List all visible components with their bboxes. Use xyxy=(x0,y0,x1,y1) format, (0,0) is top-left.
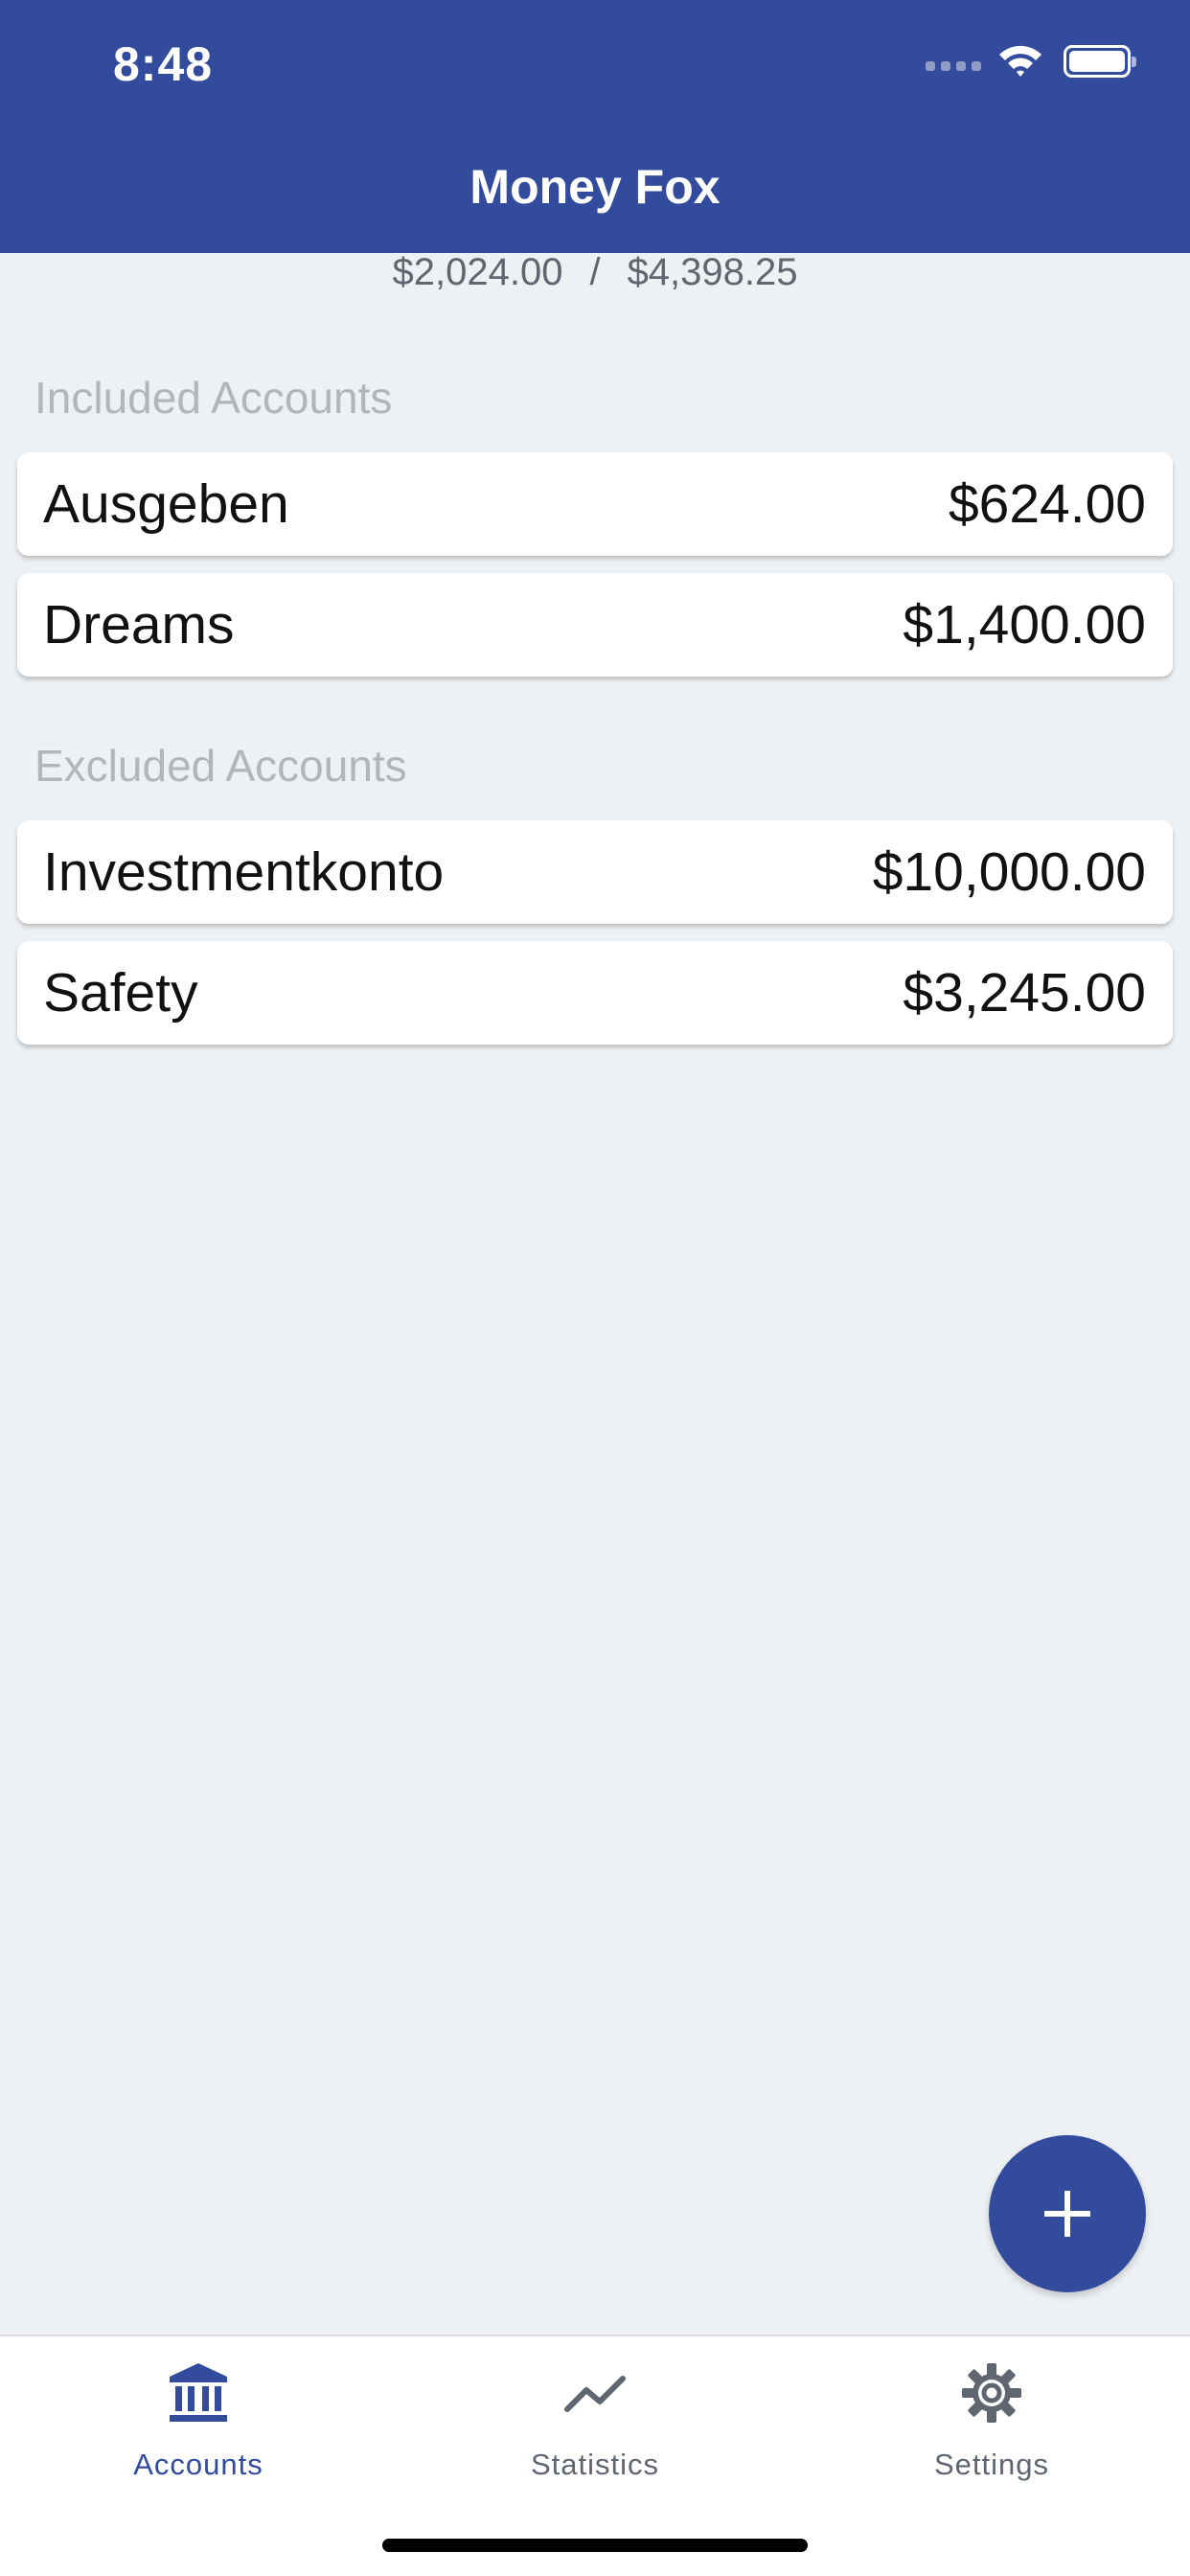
tab-settings[interactable]: Settings xyxy=(793,2336,1190,2528)
home-indicator xyxy=(382,2539,808,2552)
account-name: Safety xyxy=(43,962,198,1024)
account-card[interactable]: Ausgeben $624.00 xyxy=(17,452,1173,556)
account-balance: $1,400.00 xyxy=(903,594,1146,656)
tab-label: Settings xyxy=(933,2448,1049,2481)
tab-label: Statistics xyxy=(530,2448,660,2481)
status-icons xyxy=(926,42,1136,80)
account-name: Investmentkonto xyxy=(43,841,445,903)
account-card[interactable]: Dreams $1,400.00 xyxy=(17,573,1173,677)
cellular-signal-icon xyxy=(926,61,981,71)
tab-accounts[interactable]: Accounts xyxy=(0,2336,397,2528)
tab-statistics[interactable]: Statistics xyxy=(397,2336,793,2528)
bank-icon xyxy=(170,2363,227,2422)
line-chart-icon xyxy=(564,2376,626,2412)
account-name: Dreams xyxy=(43,594,235,656)
account-balance: $10,000.00 xyxy=(872,841,1146,903)
account-balance: $3,245.00 xyxy=(903,962,1146,1024)
accounts-screen: 8:48 Money Fox $2,024.00 / $4,398.25 Inclu… xyxy=(0,0,1190,2576)
account-card[interactable]: Safety $3,245.00 xyxy=(17,941,1173,1045)
add-account-button[interactable] xyxy=(989,2135,1146,2292)
plus-icon xyxy=(1044,2191,1090,2237)
section-title-excluded: Excluded Accounts xyxy=(34,741,407,791)
app-header: 8:48 Money Fox xyxy=(0,0,1190,253)
section-title-included: Included Accounts xyxy=(34,373,393,423)
gear-icon xyxy=(962,2363,1021,2423)
battery-icon xyxy=(1064,45,1136,78)
wifi-icon xyxy=(999,45,1041,77)
page-title: Money Fox xyxy=(469,160,721,214)
balance-separator: / xyxy=(589,251,601,293)
account-card[interactable]: Investmentkonto $10,000.00 xyxy=(17,820,1173,924)
account-name: Ausgeben xyxy=(43,473,289,535)
current-balance: $2,024.00 xyxy=(392,251,563,293)
tab-label: Accounts xyxy=(133,2448,263,2481)
status-time: 8:48 xyxy=(113,37,214,91)
end-of-month-balance: $4,398.25 xyxy=(627,251,798,293)
account-balance: $624.00 xyxy=(948,473,1146,535)
balance-summary: $2,024.00 / $4,398.25 xyxy=(0,251,1190,294)
